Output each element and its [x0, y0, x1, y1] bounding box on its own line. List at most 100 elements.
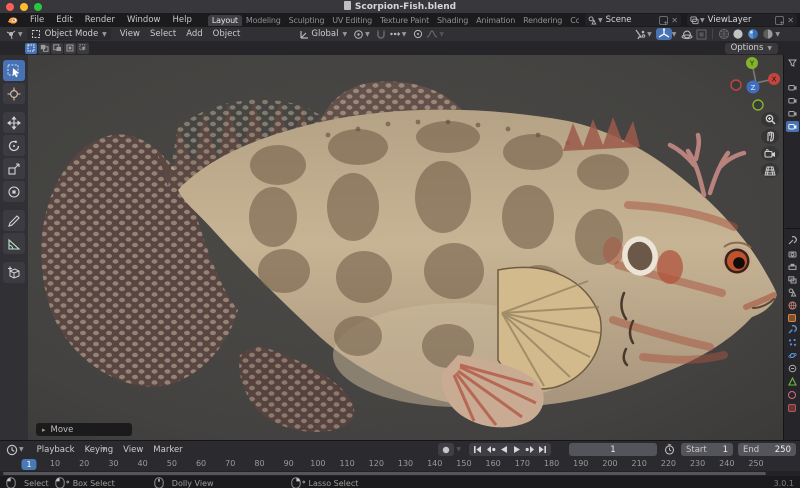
menu-item[interactable]: Render: [79, 15, 121, 25]
tab-scene-icon[interactable]: [786, 287, 799, 298]
scene-selector[interactable]: ▼ Scene ✕: [585, 14, 681, 27]
outliner-camera-toggle-icon[interactable]: [786, 108, 799, 119]
tab-constraints-icon[interactable]: [786, 363, 799, 374]
workspace-tab[interactable]: Rendering: [519, 15, 566, 26]
tab-material-icon[interactable]: [788, 391, 796, 399]
current-frame-field[interactable]: 1: [569, 443, 657, 456]
select-mode-intersect-icon[interactable]: [77, 42, 89, 54]
start-frame-field[interactable]: Start 1: [681, 443, 733, 456]
menu-item[interactable]: File: [24, 15, 50, 25]
tool-measure-icon[interactable]: [3, 233, 25, 254]
outliner-camera-toggle-icon[interactable]: [786, 95, 799, 106]
tab-object-icon[interactable]: [788, 314, 796, 322]
gizmo-axis-x-neg[interactable]: [730, 79, 742, 91]
workspace-tab[interactable]: UV Editing: [328, 15, 376, 26]
menu-item[interactable]: Help: [166, 15, 197, 25]
play-reverse-button[interactable]: [497, 443, 510, 456]
viewport-menu-item[interactable]: Select: [145, 29, 181, 39]
select-mode-extend-icon[interactable]: [38, 42, 50, 54]
tool-select-box-icon[interactable]: [3, 60, 25, 81]
timeline-editor-type-icon[interactable]: [5, 444, 19, 456]
workspace-tab[interactable]: Layout: [207, 14, 242, 26]
outliner-camera-toggle-icon[interactable]: [786, 82, 799, 93]
viewlayer-selector[interactable]: ▼ ViewLayer ✕: [687, 14, 797, 27]
blender-logo-icon[interactable]: [7, 15, 18, 26]
workspace-tab[interactable]: Sculpting: [285, 15, 329, 26]
camera-view-icon[interactable]: [761, 146, 779, 161]
snap-magnet-icon[interactable]: [374, 28, 388, 40]
workspace-tab[interactable]: Texture Paint: [376, 15, 433, 26]
show-gizmo-icon[interactable]: [655, 28, 672, 40]
use-preview-range-icon[interactable]: [662, 444, 676, 456]
timeline-scrollbar[interactable]: [0, 471, 800, 476]
options-dropdown[interactable]: Options ▼: [724, 42, 778, 54]
tab-modifiers-icon[interactable]: [786, 324, 799, 335]
tab-object-data-icon[interactable]: [786, 376, 799, 387]
workspace-tab[interactable]: Modeling: [242, 15, 285, 26]
tool-annotate-icon[interactable]: [3, 210, 25, 231]
select-mode-subtract-icon[interactable]: [51, 42, 63, 54]
outliner-camera-toggle-icon[interactable]: [785, 121, 799, 132]
toggle-perspective-icon[interactable]: [761, 163, 779, 178]
jump-to-start-button[interactable]: [471, 443, 484, 456]
scrollbar-thumb[interactable]: [3, 472, 766, 475]
viewport-menu-item[interactable]: Add: [181, 29, 207, 39]
viewport-3d[interactable]: Y X Z ▸ Move: [28, 55, 783, 440]
play-button[interactable]: [510, 443, 523, 456]
tool-rotate-icon[interactable]: [3, 135, 25, 156]
new-viewlayer-icon[interactable]: [775, 15, 785, 27]
menu-item[interactable]: Edit: [50, 15, 78, 25]
shading-solid-icon[interactable]: [731, 28, 745, 40]
timeline-menu-item[interactable]: Keying: [80, 445, 119, 455]
pivot-point-icon[interactable]: [351, 28, 365, 40]
tool-add-cube-icon[interactable]: [3, 262, 25, 283]
proportional-editing-icon[interactable]: [411, 28, 425, 40]
snap-target-icon[interactable]: [388, 28, 402, 40]
tool-move-icon[interactable]: [3, 112, 25, 133]
viewport-menu-item[interactable]: View: [115, 29, 145, 39]
editor-type-icon[interactable]: [4, 28, 18, 40]
tool-cursor-icon[interactable]: [3, 83, 25, 104]
new-scene-icon[interactable]: [659, 15, 669, 27]
viewport-menu-item[interactable]: Object: [208, 29, 246, 39]
pan-view-icon[interactable]: [761, 129, 779, 144]
menu-item[interactable]: Window: [121, 15, 167, 25]
tab-tool-icon[interactable]: [786, 235, 799, 246]
viewport-canvas[interactable]: [28, 55, 783, 440]
timeline-menu-item[interactable]: Playback: [32, 445, 80, 455]
zoom-view-icon[interactable]: [761, 112, 779, 127]
toggle-xray-icon[interactable]: [694, 28, 708, 40]
tool-scale-icon[interactable]: [3, 158, 25, 179]
next-keyframe-button[interactable]: [523, 443, 536, 456]
tab-particles-icon[interactable]: [786, 337, 799, 348]
timeline-menu-item[interactable]: Marker: [148, 445, 187, 455]
tool-transform-icon[interactable]: [3, 181, 25, 202]
prev-keyframe-button[interactable]: [484, 443, 497, 456]
shading-material-preview-icon[interactable]: [745, 28, 761, 40]
outliner-filter-icon[interactable]: [786, 57, 799, 68]
operator-panel-move[interactable]: ▸ Move: [36, 423, 132, 436]
selectability-visibility-icon[interactable]: [633, 28, 647, 40]
navigation-gizmo[interactable]: Y X Z: [728, 55, 783, 113]
mode-selector[interactable]: Object Mode ▼: [26, 28, 111, 40]
tab-view-layer-icon[interactable]: [786, 274, 799, 285]
tab-render-icon[interactable]: [786, 248, 799, 259]
tab-world-icon[interactable]: [786, 300, 799, 311]
falloff-curve-icon[interactable]: [425, 28, 439, 40]
select-mode-set-icon[interactable]: [25, 42, 37, 54]
orientation-label[interactable]: Global: [311, 29, 338, 39]
end-frame-field[interactable]: End 250: [738, 443, 796, 456]
workspace-tab[interactable]: Shading: [433, 15, 472, 26]
unlink-scene-icon[interactable]: ✕: [671, 16, 678, 25]
tab-texture-icon[interactable]: [788, 404, 796, 412]
tab-output-icon[interactable]: [786, 261, 799, 272]
tab-physics-icon[interactable]: [786, 350, 799, 361]
workspace-tab[interactable]: Animation: [472, 15, 519, 26]
gizmo-axis-y-neg[interactable]: [752, 99, 764, 111]
shading-wireframe-icon[interactable]: [717, 28, 731, 40]
show-overlays-icon[interactable]: [680, 28, 694, 40]
auto-keying-button[interactable]: [438, 443, 455, 456]
remove-viewlayer-icon[interactable]: ✕: [787, 16, 794, 25]
shading-rendered-icon[interactable]: [761, 28, 775, 40]
select-mode-invert-icon[interactable]: [64, 42, 76, 54]
